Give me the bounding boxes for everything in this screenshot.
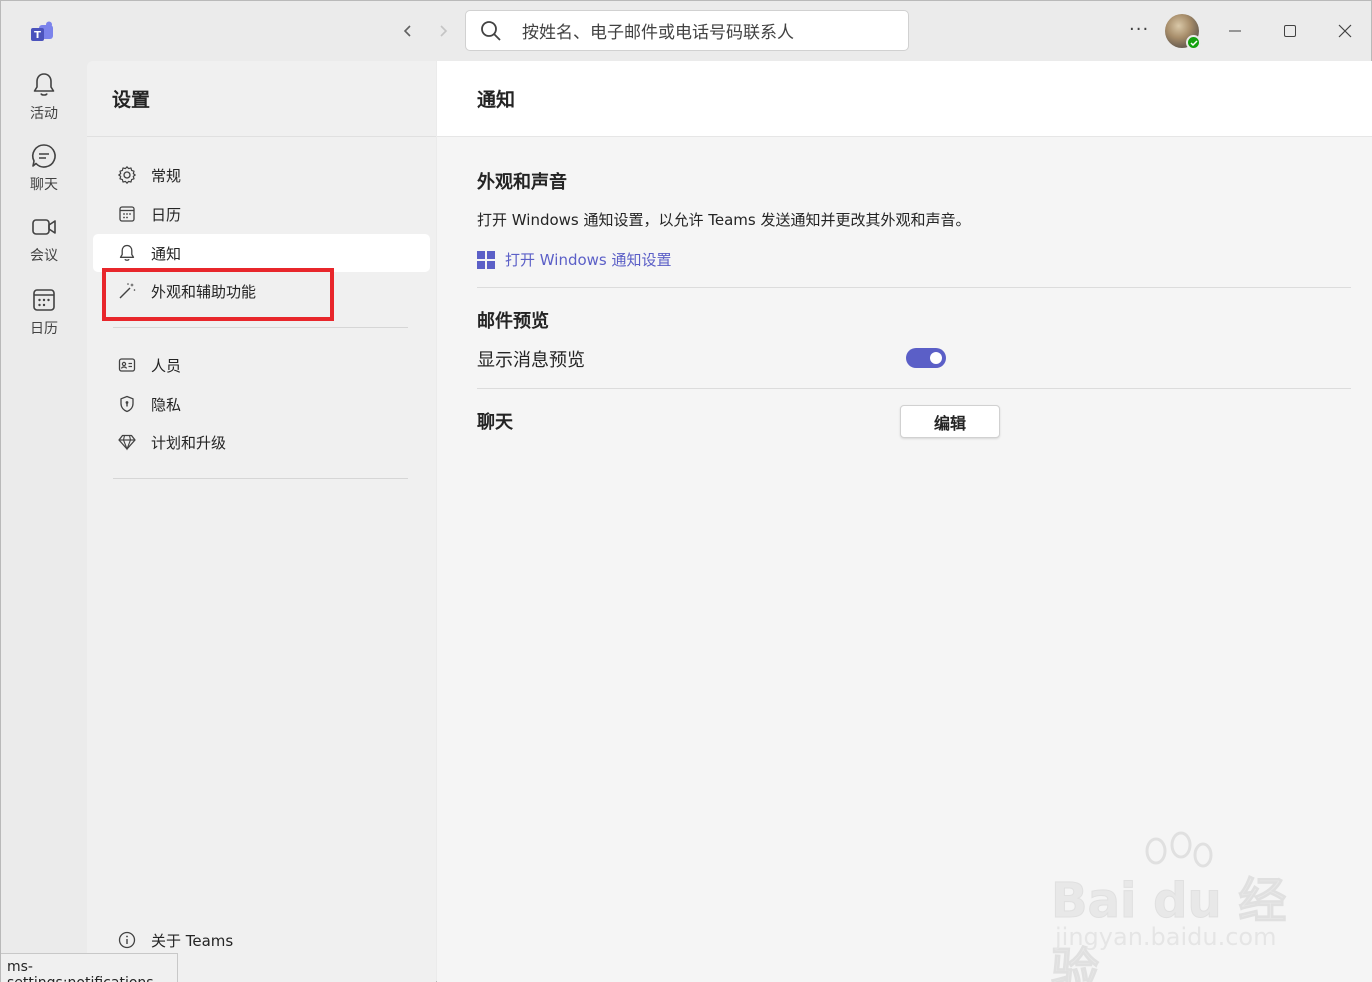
- minimize-icon: [1229, 30, 1241, 32]
- search-icon: [481, 20, 501, 41]
- baidu-watermark: Bai du 经验 jingyan.baidu.com: [1051, 831, 1311, 982]
- settings-item-privacy[interactable]: 隐私: [93, 385, 430, 423]
- settings-item-people[interactable]: 人员: [93, 346, 430, 384]
- open-windows-settings-label: 打开 Windows 通知设置: [505, 251, 672, 269]
- svg-text:T: T: [34, 30, 41, 41]
- bell-icon: [33, 73, 55, 96]
- settings-header: 设置: [87, 61, 436, 137]
- settings-item-label: 关于 Teams: [151, 931, 234, 950]
- search-placeholder: 按姓名、电子邮件或电话号码联系人: [522, 23, 794, 43]
- annotation-highlight-box: [102, 268, 334, 321]
- rail-label-chat: 聊天: [30, 177, 58, 193]
- main-header: 通知: [437, 61, 1372, 137]
- chevron-right-icon: [440, 25, 448, 37]
- rail-label-calendar: 日历: [30, 321, 58, 337]
- section-divider: [477, 287, 1351, 288]
- more-options-button[interactable]: ···: [1129, 19, 1149, 40]
- settings-item-label: 隐私: [151, 395, 182, 414]
- watermark-brand: Bai du 经验: [1051, 873, 1287, 982]
- chevron-left-icon: [403, 25, 411, 37]
- rail-item-meetings[interactable]: 会议: [1, 213, 87, 277]
- section-title-appearance: 外观和声音: [477, 172, 567, 193]
- video-icon: [32, 219, 56, 235]
- page-title: 通知: [477, 89, 516, 111]
- teams-window: T 按姓名、电子邮件或电话号码联系人 ··· 活动 聊天 会议 日历 设置 常规…: [0, 0, 1372, 982]
- settings-item-label: 计划和升级: [151, 433, 227, 452]
- status-tooltip: ms-settings:notifications: [1, 953, 178, 982]
- open-windows-settings-link[interactable]: 打开 Windows 通知设置: [477, 249, 672, 270]
- forward-button[interactable]: [431, 19, 455, 43]
- calendar-icon: [33, 289, 55, 311]
- close-button[interactable]: [1331, 17, 1359, 45]
- app-rail: 活动 聊天 会议 日历: [1, 61, 87, 982]
- settings-item-label: 常规: [151, 166, 182, 185]
- settings-nav-pane: 设置 常规 日历 通知 外观和辅助功能 人员 隐私 计划和升级 关于 Teams: [87, 61, 436, 982]
- section-title-chat: 聊天: [477, 412, 513, 433]
- settings-item-label: 人员: [151, 356, 182, 375]
- diamond-icon: [118, 434, 136, 451]
- nav-divider: [113, 478, 408, 479]
- search-input[interactable]: 按姓名、电子邮件或电话号码联系人: [465, 10, 909, 51]
- rail-item-calendar[interactable]: 日历: [1, 286, 87, 350]
- settings-item-label: 日历: [151, 205, 182, 224]
- minimize-button[interactable]: [1221, 17, 1249, 45]
- settings-item-calendar[interactable]: 日历: [93, 195, 430, 233]
- calendar-icon: [119, 206, 135, 222]
- toggle-knob: [930, 352, 942, 364]
- back-button[interactable]: [396, 19, 420, 43]
- settings-item-general[interactable]: 常规: [93, 156, 430, 194]
- chat-icon: [32, 144, 56, 168]
- message-preview-label: 显示消息预览: [477, 350, 585, 371]
- contact-card-icon: [118, 358, 136, 372]
- gear-icon: [118, 166, 136, 184]
- section-title-email: 邮件预览: [477, 311, 549, 332]
- windows-logo-icon: [477, 250, 495, 269]
- bell-icon: [119, 244, 135, 261]
- teams-logo-icon: T: [31, 21, 53, 41]
- message-preview-toggle[interactable]: [906, 348, 946, 368]
- chat-edit-button[interactable]: 编辑: [900, 405, 1000, 438]
- close-icon: [1338, 24, 1352, 38]
- shield-icon: [120, 395, 134, 413]
- rail-label-meetings: 会议: [30, 248, 58, 264]
- info-icon: [118, 931, 136, 949]
- maximize-button[interactable]: [1276, 17, 1304, 45]
- presence-available-icon: [1186, 35, 1201, 50]
- rail-item-activity[interactable]: 活动: [1, 71, 87, 135]
- maximize-icon: [1284, 25, 1296, 37]
- nav-divider: [113, 327, 408, 328]
- settings-item-notifications[interactable]: 通知: [93, 234, 430, 272]
- settings-title: 设置: [112, 89, 151, 111]
- title-bar: T 按姓名、电子邮件或电话号码联系人 ···: [1, 1, 1371, 61]
- watermark-url: jingyan.baidu.com: [1055, 923, 1277, 951]
- section-divider: [477, 388, 1351, 389]
- appearance-description: 打开 Windows 通知设置，以允许 Teams 发送通知并更改其外观和声音。: [477, 211, 971, 229]
- settings-item-label: 通知: [151, 244, 182, 263]
- rail-item-chat[interactable]: 聊天: [1, 142, 87, 206]
- settings-item-plans[interactable]: 计划和升级: [93, 423, 430, 461]
- rail-label-activity: 活动: [30, 106, 58, 122]
